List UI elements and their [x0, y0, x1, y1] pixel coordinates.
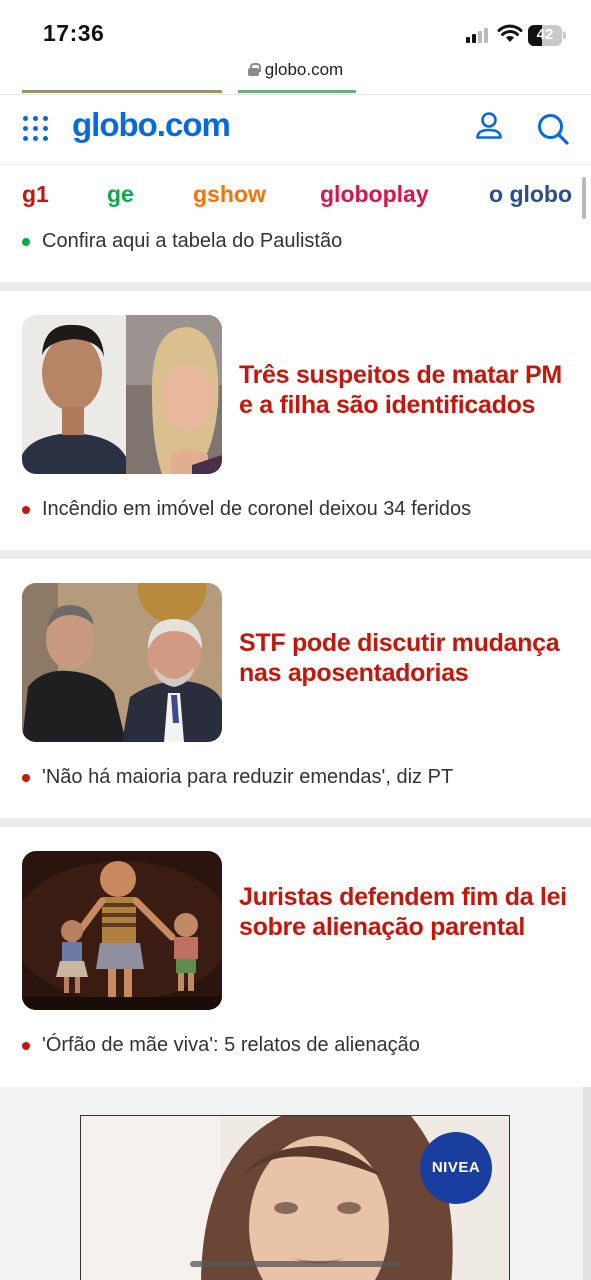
- related-link[interactable]: Incêndio em imóvel de coronel deixou 34 …: [22, 494, 562, 524]
- section-divider: [0, 818, 591, 827]
- bullet-dot: [22, 506, 30, 514]
- brand-link-gshow[interactable]: gshow: [193, 181, 266, 208]
- nivea-logo: NIVEA: [420, 1132, 492, 1204]
- related-link-text: Confira aqui a tabela do Paulistão: [42, 230, 343, 252]
- bullet-dot: [22, 238, 30, 246]
- related-link-text: 'Órfão de mãe viva': 5 relatos de aliena…: [42, 1034, 420, 1056]
- related-link-text: 'Não há maioria para reduzir emendas', d…: [42, 766, 454, 788]
- bullet-dot: [22, 1042, 30, 1050]
- status-bar: 17:36 42: [0, 0, 591, 62]
- ad-area: NIVEA: [0, 1087, 591, 1280]
- battery-level: 42: [536, 26, 554, 43]
- news-headline[interactable]: Juristas defendem fim da lei sobre alien…: [239, 882, 569, 942]
- home-indicator[interactable]: [190, 1261, 401, 1267]
- nav-scrollbar[interactable]: [582, 177, 586, 219]
- globo-logo[interactable]: globo.com: [72, 106, 231, 144]
- news-thumbnail[interactable]: [22, 315, 222, 474]
- wifi-icon: [497, 24, 523, 42]
- news-card: Três suspeitos de matar PM e a filha são…: [0, 291, 591, 550]
- url-text: globo.com: [264, 60, 344, 79]
- bullet-dot: [22, 774, 30, 782]
- brand-link-g1[interactable]: g1: [22, 181, 49, 208]
- news-card: STF pode discutir mudança nas aposentado…: [0, 559, 591, 818]
- news-headline[interactable]: Três suspeitos de matar PM e a filha são…: [239, 360, 569, 420]
- brand-link-globoplay[interactable]: globoplay: [320, 181, 429, 208]
- section-divider: [0, 550, 591, 559]
- user-icon[interactable]: [474, 111, 504, 141]
- advertisement-banner[interactable]: NIVEA: [80, 1115, 510, 1280]
- brand-nav: g1 ge gshow globoplay o globo: [0, 164, 591, 222]
- menu-grid-icon[interactable]: [22, 115, 50, 143]
- related-link[interactable]: Confira aqui a tabela do Paulistão: [22, 226, 562, 256]
- search-icon[interactable]: [536, 112, 570, 146]
- address-bar[interactable]: globo.com: [0, 60, 591, 90]
- clock: 17:36: [43, 20, 105, 46]
- news-block: Confira aqui a tabela do Paulistão: [0, 222, 591, 282]
- news-thumbnail[interactable]: [22, 851, 222, 1010]
- related-link[interactable]: 'Órfão de mãe viva': 5 relatos de aliena…: [22, 1030, 562, 1060]
- brand-link-ge[interactable]: ge: [107, 181, 134, 208]
- page-scroll-track: [583, 1087, 591, 1280]
- news-headline[interactable]: STF pode discutir mudança nas aposentado…: [239, 628, 569, 688]
- battery-icon: 42: [528, 25, 566, 46]
- page: 17:36 42 globo.com globo.com g1 ge gshow…: [0, 0, 591, 1280]
- news-card: Juristas defendem fim da lei sobre alien…: [0, 827, 591, 1087]
- brand-link-oglobo[interactable]: o globo: [489, 181, 572, 208]
- cellular-signal-icon: [466, 27, 490, 43]
- site-header: globo.com: [0, 94, 591, 164]
- related-link-text: Incêndio em imóvel de coronel deixou 34 …: [42, 498, 472, 520]
- news-thumbnail[interactable]: [22, 583, 222, 742]
- lock-icon: [247, 63, 261, 76]
- section-divider: [0, 282, 591, 291]
- related-link[interactable]: 'Não há maioria para reduzir emendas', d…: [22, 762, 562, 792]
